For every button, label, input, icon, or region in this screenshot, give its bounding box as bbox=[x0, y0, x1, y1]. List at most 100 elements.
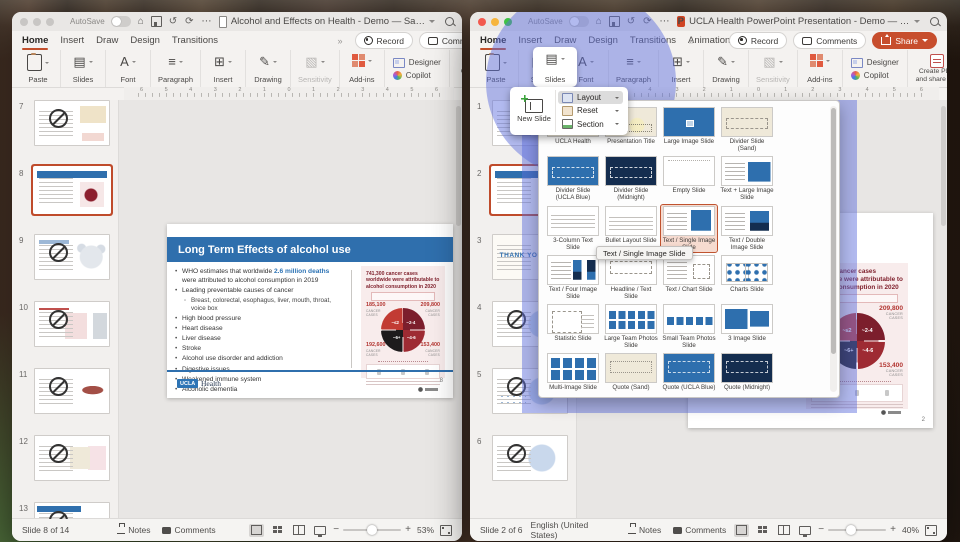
layout-gallery-item[interactable]: Statistic Slide bbox=[545, 303, 601, 350]
autosave-toggle[interactable] bbox=[568, 16, 589, 27]
layout-gallery-item[interactable]: Empty Slide bbox=[661, 155, 717, 202]
layout-gallery-item[interactable]: Quote (UCLA Blue) bbox=[661, 352, 717, 397]
minimize-button[interactable] bbox=[33, 17, 41, 26]
zoom-in-button[interactable]: + bbox=[405, 525, 411, 535]
view-sorter-button[interactable] bbox=[270, 524, 285, 537]
layout-gallery-item[interactable]: Large Team Photos Slide bbox=[603, 303, 659, 350]
ribbon-group-button[interactable]: ≡ Paragraph bbox=[151, 50, 202, 87]
search-icon[interactable] bbox=[445, 17, 454, 26]
view-slideshow-button[interactable] bbox=[312, 524, 327, 537]
ribbon-group-button[interactable]: Paste bbox=[474, 50, 519, 87]
ribbon-group-button[interactable]: ▧ Sensitivity bbox=[749, 50, 798, 87]
create-pdf-button[interactable]: Create PDF and share bbox=[450, 50, 462, 87]
undo-icon[interactable]: ↺ bbox=[168, 16, 178, 27]
redo-icon[interactable]: ⟳ bbox=[184, 16, 194, 27]
undo-icon[interactable]: ↺ bbox=[626, 16, 636, 27]
redo-icon[interactable]: ⟳ bbox=[642, 16, 652, 27]
ribbon-tab[interactable]: Draw bbox=[96, 33, 118, 48]
view-sorter-button[interactable] bbox=[755, 524, 770, 537]
zoom-button[interactable] bbox=[504, 17, 512, 26]
title-chevron-icon[interactable] bbox=[429, 20, 435, 23]
more-icon[interactable]: ⋯ bbox=[659, 16, 671, 27]
zoom-slider-knob[interactable] bbox=[367, 525, 378, 535]
ribbon-tab[interactable]: Draw bbox=[554, 33, 576, 48]
zoom-slider-knob[interactable] bbox=[846, 525, 857, 535]
view-reading-button[interactable] bbox=[776, 524, 791, 537]
layout-gallery-item[interactable]: Divider Slide (Midnight) bbox=[603, 155, 659, 202]
designer-button[interactable]: Designer bbox=[392, 57, 441, 68]
editor-scrollbar[interactable] bbox=[456, 106, 461, 226]
slide-thumbnail[interactable]: 6 bbox=[470, 435, 570, 481]
traffic-lights[interactable] bbox=[478, 17, 512, 26]
slide-thumbnail[interactable]: 12 bbox=[12, 435, 112, 481]
layout-gallery-item[interactable]: Text / Single Image Slide bbox=[660, 203, 718, 253]
comments-button[interactable]: Comments bbox=[793, 32, 867, 49]
slides-group-button-open[interactable]: ▤ Slides bbox=[533, 47, 577, 87]
menu-item[interactable]: Layout bbox=[558, 91, 623, 105]
editor-scrollbar[interactable] bbox=[941, 106, 946, 226]
zoom-button[interactable] bbox=[46, 17, 54, 26]
ribbon-tab[interactable]: Insert bbox=[60, 33, 84, 48]
tab-overflow-icon[interactable]: » bbox=[338, 36, 343, 46]
menu-item[interactable]: Section bbox=[558, 118, 623, 131]
slide-thumbnail-panel[interactable]: 7 8 9 10 11 12 13 bbox=[12, 100, 119, 519]
zoom-slider[interactable] bbox=[343, 525, 402, 535]
layout-gallery-item[interactable]: Large Image Slide bbox=[661, 106, 717, 153]
ribbon-group-button[interactable]: ▧ Sensitivity bbox=[291, 50, 340, 87]
copilot-button[interactable]: Copilot bbox=[392, 70, 441, 80]
layout-gallery-item[interactable]: Quote (Sand) bbox=[603, 352, 659, 397]
ribbon-group-button[interactable]: ✎ Drawing bbox=[246, 50, 292, 87]
language-indicator[interactable]: English (United States) bbox=[531, 520, 606, 540]
more-icon[interactable]: ⋯ bbox=[201, 16, 213, 27]
slide-thumbnail[interactable]: 9 bbox=[12, 234, 112, 280]
zoom-percentage[interactable]: 40% bbox=[902, 525, 919, 535]
ribbon-tab[interactable]: Transitions bbox=[630, 33, 676, 48]
minimize-button[interactable] bbox=[491, 17, 499, 26]
home-icon[interactable]: ⌂ bbox=[595, 16, 603, 27]
share-button[interactable]: Share bbox=[872, 32, 937, 49]
ribbon-group-button[interactable]: ⊞ Insert bbox=[201, 50, 247, 87]
close-button[interactable] bbox=[478, 17, 486, 26]
ribbon-group-button[interactable]: A Font bbox=[106, 50, 151, 87]
layout-gallery-item[interactable]: Small Team Photos Slide bbox=[661, 303, 717, 350]
layout-gallery-item[interactable]: 3-Column Text Slide bbox=[545, 205, 601, 252]
notes-button[interactable]: Notes bbox=[117, 523, 150, 535]
copilot-button[interactable]: Copilot bbox=[850, 70, 899, 80]
ribbon-group-button[interactable]: Paste bbox=[16, 50, 61, 87]
ribbon-group-button[interactable]: ⊞ Insert bbox=[659, 50, 705, 87]
layout-gallery-item[interactable]: Headline / Text Slide bbox=[603, 254, 659, 301]
ribbon-group-button[interactable]: ✎ Drawing bbox=[704, 50, 750, 87]
ribbon-group-button[interactable]: Add-ins bbox=[798, 50, 843, 87]
layout-gallery-item[interactable]: Divider Slide (UCLA Blue) bbox=[545, 155, 601, 202]
layout-gallery-item[interactable]: Text + Large Image Slide bbox=[719, 155, 775, 202]
autosave-toggle[interactable] bbox=[110, 16, 131, 27]
notes-button[interactable]: Notes bbox=[627, 523, 661, 535]
comments-button[interactable]: Comments bbox=[418, 32, 462, 49]
ribbon-tab[interactable]: Home bbox=[480, 33, 507, 50]
close-button[interactable] bbox=[20, 17, 28, 26]
layout-gallery-item[interactable]: Divider Slide (Sand) bbox=[719, 106, 775, 153]
layout-gallery-item[interactable]: Multi-Image Slide bbox=[545, 352, 601, 397]
new-slide-button[interactable]: New Slide bbox=[513, 90, 556, 132]
record-button[interactable]: Record bbox=[354, 32, 413, 49]
ribbon-tab[interactable]: Home bbox=[22, 33, 49, 50]
zoom-slider[interactable] bbox=[828, 525, 887, 535]
view-normal-button[interactable] bbox=[249, 523, 265, 537]
save-icon[interactable] bbox=[150, 16, 162, 27]
create-pdf-button[interactable]: Create PDF and share link bbox=[908, 50, 947, 87]
comments-toggle-button[interactable]: Comments bbox=[162, 525, 216, 535]
slide-thumbnail[interactable]: 7 bbox=[12, 100, 112, 146]
layout-gallery-item[interactable]: Charts Slide bbox=[719, 254, 775, 301]
zoom-in-button[interactable]: + bbox=[890, 525, 896, 535]
traffic-lights[interactable] bbox=[20, 17, 54, 26]
zoom-out-button[interactable]: − bbox=[818, 525, 824, 535]
fit-to-window-button[interactable] bbox=[925, 524, 937, 536]
slide-thumbnail[interactable]: 13 bbox=[12, 502, 112, 519]
zoom-percentage[interactable]: 53% bbox=[417, 525, 434, 535]
layout-gallery-item[interactable]: Bullet Layout Slide bbox=[603, 205, 659, 252]
layout-gallery-item[interactable]: Quote (Midnight) bbox=[719, 352, 775, 397]
view-slideshow-button[interactable] bbox=[797, 524, 812, 537]
zoom-out-button[interactable]: − bbox=[333, 525, 339, 535]
slide-canvas[interactable]: Long Term Effects of alcohol use WHO est… bbox=[167, 224, 453, 398]
ribbon-tab[interactable]: Design bbox=[588, 33, 618, 48]
